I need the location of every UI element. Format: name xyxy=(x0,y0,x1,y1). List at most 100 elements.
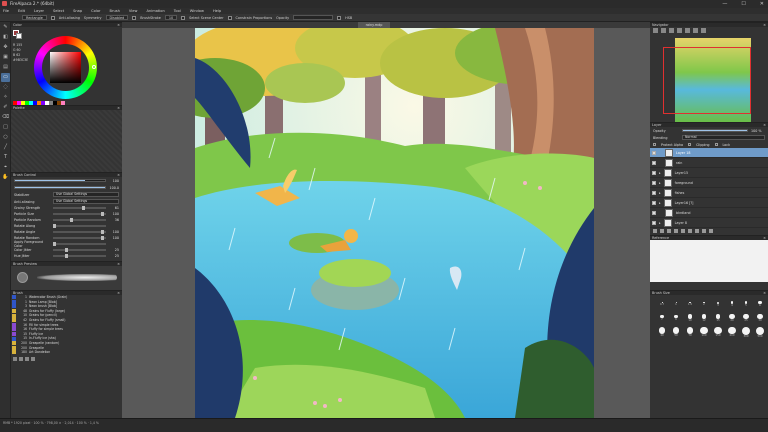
brush-size-cell[interactable]: 50 xyxy=(670,326,682,338)
brush-size-cell[interactable]: 40 xyxy=(656,326,668,338)
reference-view[interactable] xyxy=(650,240,768,282)
duplicate-layer-icon[interactable] xyxy=(681,229,685,233)
brushstroke-input[interactable]: 10 xyxy=(164,15,178,20)
brush-aa-select[interactable]: Use Global Settings xyxy=(53,199,119,204)
brush-size-cell[interactable]: 20 xyxy=(726,312,738,324)
folder-expand-icon[interactable]: ▸ xyxy=(659,221,661,225)
brush-size-cell[interactable]: 2 xyxy=(698,298,710,310)
stabilizer-select[interactable]: Use Global Settings xyxy=(53,192,119,197)
layer-opacity-slider[interactable] xyxy=(682,129,748,132)
bucket-tool-icon[interactable]: ▣ xyxy=(1,53,10,62)
line-shape-icon[interactable]: ╱ xyxy=(1,143,10,152)
brush-param-slider[interactable] xyxy=(53,230,106,234)
brush-size-cell[interactable]: 10 xyxy=(684,312,696,324)
delete-brush-icon[interactable] xyxy=(31,357,35,361)
saturation-value-square[interactable] xyxy=(50,52,81,83)
clear-layer-icon[interactable] xyxy=(695,229,699,233)
brush-param-slider[interactable] xyxy=(53,236,106,240)
brush-size-cell[interactable]: 100 xyxy=(698,326,710,338)
opacity-slider[interactable] xyxy=(293,15,334,20)
background-color-swatch[interactable] xyxy=(16,33,22,39)
brush-size-cell[interactable]: 15 xyxy=(712,312,724,324)
eye-icon[interactable] xyxy=(652,200,656,205)
magic-wand-tool-icon[interactable]: ✧ xyxy=(1,93,10,102)
close-icon[interactable]: × xyxy=(117,106,120,111)
move-tool-icon[interactable]: ✥ xyxy=(1,43,10,52)
lock-checkbox[interactable] xyxy=(714,143,718,146)
brush-param-slider[interactable] xyxy=(53,224,106,228)
fit-icon[interactable] xyxy=(669,28,674,33)
anti-alias-checkbox[interactable] xyxy=(50,15,55,20)
folder-expand-icon[interactable]: ▸ xyxy=(659,201,661,205)
brush-size-cell[interactable]: 7 xyxy=(656,312,668,324)
folder-expand-icon[interactable]: ▸ xyxy=(659,191,661,195)
zoom-in-icon[interactable] xyxy=(653,28,658,33)
zoom-out-icon[interactable] xyxy=(661,28,666,33)
eye-icon[interactable] xyxy=(652,160,656,165)
close-icon[interactable]: × xyxy=(763,123,766,128)
brush-param-slider[interactable] xyxy=(53,254,106,258)
clipping-checkbox[interactable] xyxy=(688,143,692,146)
layer-row[interactable]: Layer 18 xyxy=(650,148,768,158)
flip-icon[interactable] xyxy=(701,28,706,33)
navigator-viewport[interactable] xyxy=(663,47,751,114)
layer-row[interactable]: ▸ foreground xyxy=(650,178,768,188)
brush-param-slider[interactable] xyxy=(53,248,106,252)
brush-size-cell[interactable]: 3 xyxy=(712,298,724,310)
minimize-button[interactable]: — xyxy=(722,1,727,7)
text-tool-icon[interactable]: T xyxy=(1,153,10,162)
navigator-preview[interactable] xyxy=(650,34,768,124)
brush-size-cell[interactable]: 25 xyxy=(740,312,752,324)
add-brush-icon[interactable] xyxy=(13,357,17,361)
select-eraser-icon[interactable]: ⌫ xyxy=(1,113,10,122)
gradient-tool-icon[interactable]: ▤ xyxy=(1,63,10,72)
brush-size-cell[interactable]: 70 xyxy=(684,326,696,338)
palette-grid[interactable] xyxy=(11,110,122,172)
select-pen-icon[interactable]: ✐ xyxy=(1,103,10,112)
symmetry-select[interactable]: Disabled xyxy=(105,15,129,20)
brush-param-slider[interactable] xyxy=(53,242,106,246)
brush-list-item[interactable]: 180 Art Dandelion xyxy=(11,350,122,355)
brush-size-cell[interactable]: 150 xyxy=(712,326,724,338)
drawing-canvas[interactable] xyxy=(195,28,594,418)
new-1bit-layer-icon[interactable] xyxy=(667,229,671,233)
brush-size-cell[interactable]: 1.5 xyxy=(684,298,696,310)
brush-size-cell[interactable]: 200 xyxy=(726,326,738,338)
constrain-checkbox[interactable] xyxy=(227,15,232,20)
brush-size-cell[interactable]: 12 xyxy=(698,312,710,324)
lasso-tool-icon[interactable]: ◌ xyxy=(1,83,10,92)
brush-settings-icon[interactable] xyxy=(25,357,29,361)
close-icon[interactable]: × xyxy=(763,291,766,296)
new-8bit-layer-icon[interactable] xyxy=(660,229,664,233)
layer-row[interactable]: rain xyxy=(650,158,768,168)
hue-wheel[interactable] xyxy=(34,36,97,99)
brush-opacity-slider[interactable] xyxy=(14,186,106,189)
brush-size-cell[interactable]: 30 xyxy=(754,312,766,324)
hex-value[interactable]: #9B3C3E xyxy=(13,58,28,63)
snap-checkbox[interactable] xyxy=(181,15,186,20)
brush-size-cell[interactable]: 1 xyxy=(670,298,682,310)
rotate-left-icon[interactable] xyxy=(685,28,690,33)
hsb-checkbox[interactable] xyxy=(337,15,342,20)
layer-row[interactable]: ▸ Layer 8 xyxy=(650,218,768,228)
brush-param-slider[interactable] xyxy=(53,218,106,222)
layer-row[interactable]: bkrdland xyxy=(650,208,768,218)
brush-size-cell[interactable]: 300 xyxy=(740,326,752,338)
layer-row[interactable]: ▸ Layer15 xyxy=(650,168,768,178)
brush-param-slider[interactable] xyxy=(53,212,106,216)
close-icon[interactable]: × xyxy=(117,291,120,296)
brush-size-cell[interactable]: 6 xyxy=(754,298,766,310)
eye-icon[interactable] xyxy=(652,210,656,215)
brush-param-slider[interactable] xyxy=(53,206,106,210)
layer-row[interactable]: ▸ fishes xyxy=(650,188,768,198)
ellipse-shape-icon[interactable]: ○ xyxy=(1,133,10,142)
actual-size-icon[interactable] xyxy=(677,28,682,33)
brush-size-cell[interactable]: 5 xyxy=(740,298,752,310)
brush-size-slider[interactable] xyxy=(14,179,106,182)
blending-select[interactable]: Normal xyxy=(682,135,765,140)
merge-down-icon[interactable] xyxy=(688,229,692,233)
folder-expand-icon[interactable]: ▸ xyxy=(659,181,661,185)
eye-icon[interactable] xyxy=(652,190,656,195)
rect-shape-icon[interactable]: □ xyxy=(1,123,10,132)
eraser-tool-icon[interactable]: ◧ xyxy=(1,33,10,42)
